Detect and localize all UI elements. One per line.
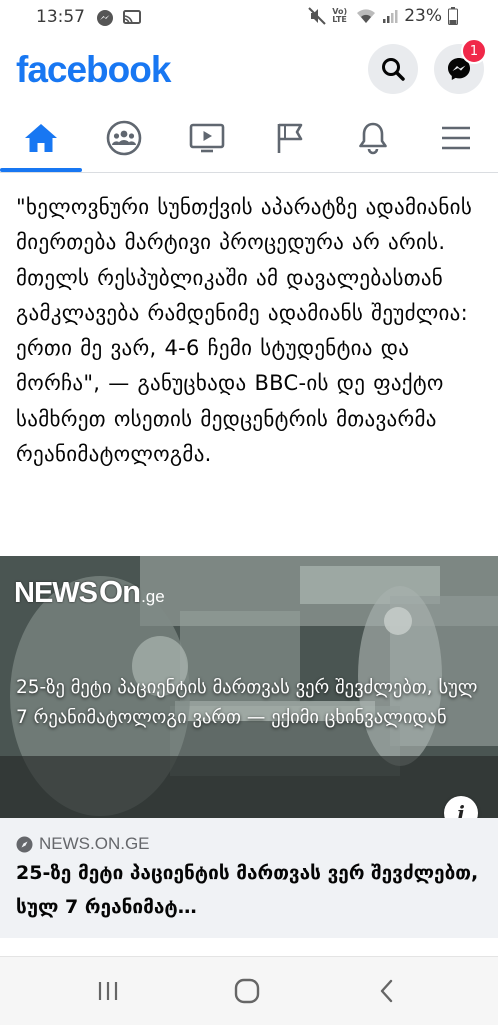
signal-icon (383, 10, 398, 23)
mute-icon (308, 7, 326, 25)
newson-watermark-logo: NEWS On .ge (14, 574, 165, 610)
watch-video-icon (189, 123, 225, 153)
back-button[interactable] (357, 971, 417, 1011)
messenger-notification-icon (97, 10, 113, 26)
status-time: 13:57 (36, 7, 85, 27)
battery-icon (448, 7, 458, 25)
recent-apps-icon (98, 982, 118, 1000)
pages-flag-icon (277, 123, 303, 153)
tab-menu[interactable] (415, 106, 497, 170)
home-nav-button[interactable] (217, 971, 277, 1011)
tab-bar (0, 106, 498, 173)
facebook-logo[interactable]: facebook (16, 49, 171, 91)
groups-icon (106, 120, 142, 156)
status-left-icons (96, 9, 142, 27)
recent-apps-button[interactable] (78, 971, 138, 1011)
home-circle-icon (234, 978, 260, 1004)
link-domain: NEWS.ON.GE (39, 834, 150, 853)
link-domain-row: NEWS.ON.GE (16, 834, 150, 854)
home-icon (25, 124, 57, 152)
tab-home[interactable] (0, 106, 82, 172)
tab-groups[interactable] (83, 106, 165, 170)
tab-notifications[interactable] (332, 106, 414, 170)
logo-on-text: On (99, 574, 141, 609)
logo-ge-text: .ge (141, 587, 165, 606)
volte-label: Vo) LTE (332, 7, 348, 24)
messenger-badge: 1 (461, 38, 487, 64)
tab-watch[interactable] (166, 106, 248, 170)
post-media-image[interactable]: NEWS On .ge 25-ზე მეტი პაციენტის მართვას… (0, 556, 498, 818)
search-icon (382, 58, 405, 81)
wifi-icon (357, 9, 376, 23)
battery-percent: 23% (404, 6, 442, 26)
messenger-button[interactable]: 1 (434, 38, 487, 94)
status-bar: 13:57 Vo) LTE 23% (0, 0, 498, 36)
bell-icon (359, 122, 387, 155)
link-preview[interactable]: NEWS.ON.GE 25-ზე მეტი პაციენტის მართვას … (0, 818, 498, 938)
back-chevron-icon (380, 979, 393, 1003)
link-title[interactable]: 25-ზე მეტი პაციენტის მართვას ვერ შევძლებ… (16, 856, 482, 924)
compass-icon (16, 836, 33, 852)
search-button[interactable] (368, 44, 418, 94)
media-caption: 25-ზე მეტი პაციენტის მართვას ვერ შევძლებ… (16, 677, 478, 728)
cast-icon (123, 10, 141, 25)
post-text: "ხელოვნური სუნთქვის აპარატზე ადამიანის მ… (16, 195, 473, 467)
app-header: facebook 1 (0, 36, 498, 104)
logo-news-text: NEWS (14, 577, 98, 609)
system-nav-bar (0, 956, 498, 1025)
hamburger-menu-icon (442, 126, 470, 150)
status-right-icons: Vo) LTE 23% (308, 6, 458, 26)
tab-pages[interactable] (249, 106, 331, 170)
